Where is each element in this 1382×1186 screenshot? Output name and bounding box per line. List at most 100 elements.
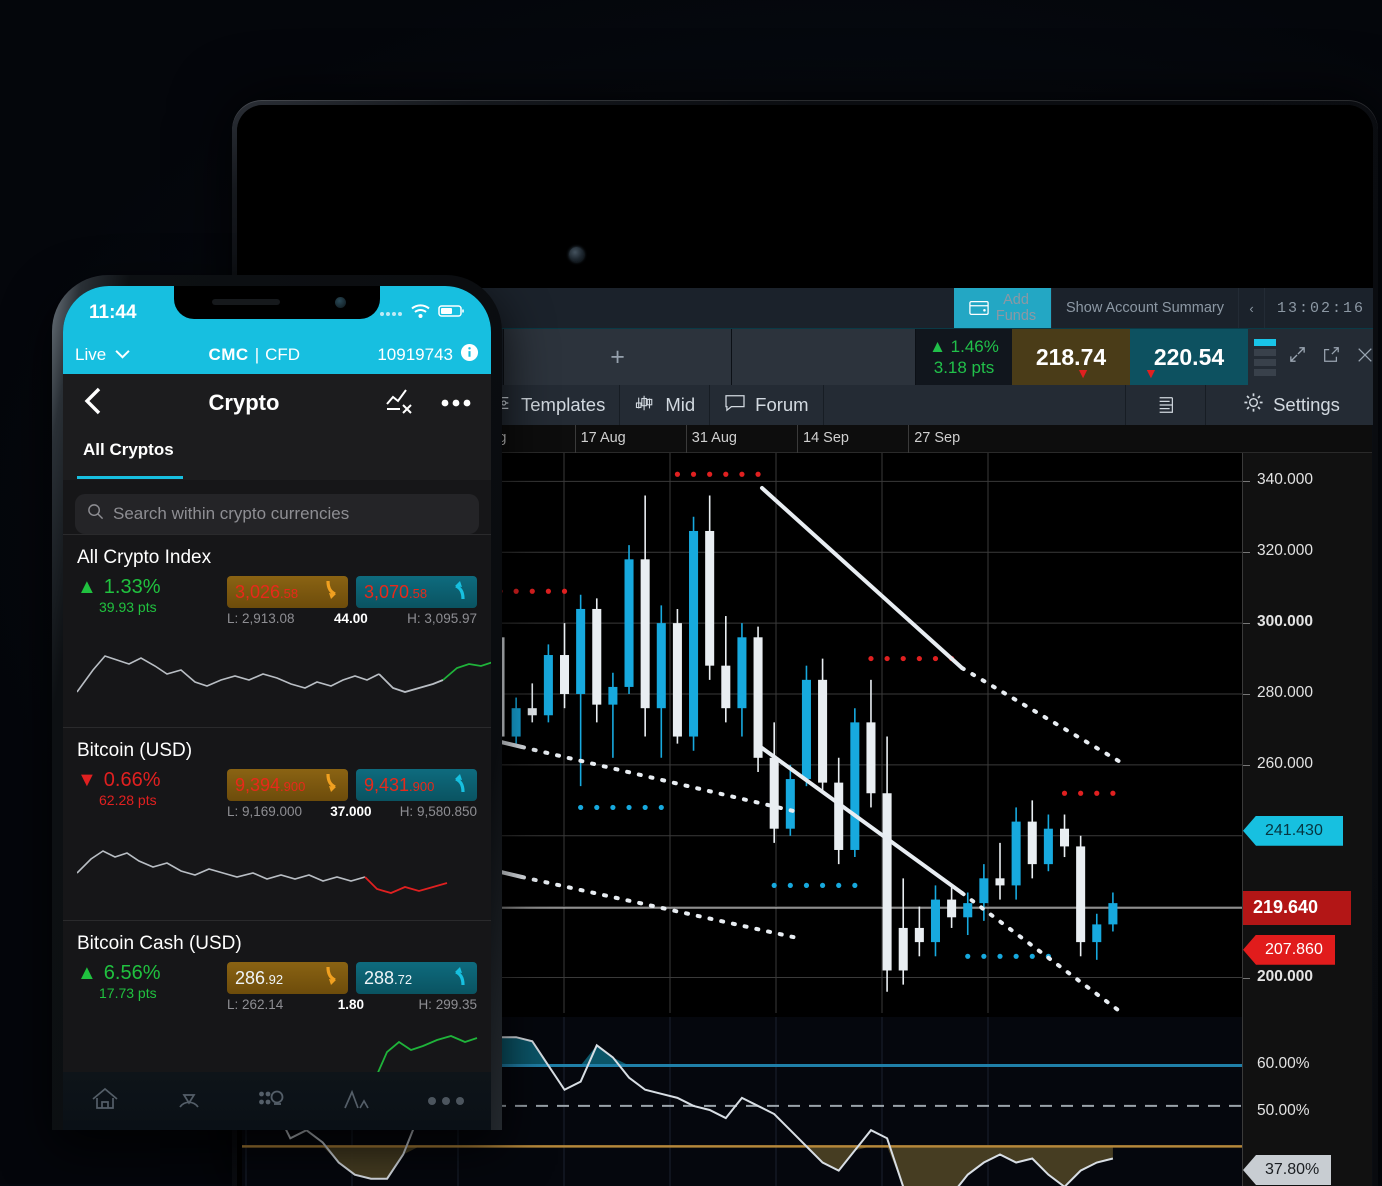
instrument-list[interactable]: Search within crypto currencies All Cryp… xyxy=(63,480,491,1130)
indicator-current-tag[interactable]: 37.80% xyxy=(1243,1154,1331,1185)
close-icon[interactable] xyxy=(1352,346,1373,369)
change-percent: 0.66% xyxy=(103,769,161,791)
change-percent: 6.56% xyxy=(103,962,161,984)
y-axis-label: 260.000 xyxy=(1257,754,1314,772)
change-points: 3.18 pts xyxy=(933,358,995,377)
list-item[interactable]: Bitcoin (USD) ▼ 0.66% 62.28 pts 9,394.900… xyxy=(63,727,491,920)
phone-tab-bar: All Cryptos xyxy=(63,432,491,480)
change-percent: 1.33% xyxy=(103,576,161,598)
more-dots-icon[interactable] xyxy=(441,394,471,412)
buy-price: 288.72 xyxy=(364,967,413,988)
instrument-name: Bitcoin Cash (USD) xyxy=(77,933,242,954)
change-arrow-icon: ▲ xyxy=(77,576,97,598)
expand-icon[interactable] xyxy=(1284,345,1310,369)
popout-icon[interactable] xyxy=(1318,346,1344,369)
sell-price: 3,026.58 xyxy=(235,581,299,602)
price-tag-sell-flag[interactable]: 207.860 xyxy=(1243,934,1335,965)
sell-button[interactable]: 9,394.900 xyxy=(227,769,348,801)
chevron-down-icon[interactable] xyxy=(114,345,131,365)
speaker-icon xyxy=(212,299,280,305)
y-axis-label: 320.000 xyxy=(1257,542,1314,560)
buy-button[interactable]: 288.72 xyxy=(356,962,477,994)
new-tab-button[interactable]: + xyxy=(504,329,732,385)
home-icon[interactable] xyxy=(90,1086,120,1117)
low-price: L: 2,913.08 xyxy=(227,611,295,626)
sparkline xyxy=(76,850,448,894)
settings-button[interactable]: Settings xyxy=(1206,385,1373,425)
change-arrow-icon: ▼ xyxy=(77,769,97,791)
change-points: 17.73 pts xyxy=(99,985,157,1001)
change-percent: ▲ 1.46% xyxy=(929,337,999,356)
forum-button[interactable]: Forum xyxy=(710,385,824,425)
front-camera-icon xyxy=(335,297,346,308)
account-mode[interactable]: Live xyxy=(75,345,106,365)
indicator-level-label: 50.00% xyxy=(1257,1102,1310,1119)
buy-price: 3,070.58 xyxy=(364,581,428,602)
order-list-icon[interactable] xyxy=(1126,385,1206,425)
settings-label: Settings xyxy=(1273,394,1340,415)
search-input[interactable]: Search within crypto currencies xyxy=(75,494,479,534)
x-axis-label: 14 Sep xyxy=(803,430,849,446)
y-axis-label: 300.000 xyxy=(1257,613,1314,631)
spread-value: 44.00 xyxy=(333,611,368,626)
spread-value: 1.80 xyxy=(337,997,365,1012)
chart-close-icon[interactable] xyxy=(385,388,415,419)
x-axis-label: 31 Aug xyxy=(691,430,737,446)
brand-logo: CMC xyxy=(208,345,249,364)
sell-arrow-icon xyxy=(322,965,340,992)
tab-bar-empty xyxy=(732,329,916,385)
dashboard-icon[interactable] xyxy=(175,1086,203,1117)
tab-all-cryptos[interactable]: All Cryptos xyxy=(83,440,174,460)
show-account-summary-button[interactable]: Show Account Summary xyxy=(1052,288,1239,328)
y-axis-tick xyxy=(1243,764,1250,766)
layout-stack-icon[interactable] xyxy=(1254,338,1276,376)
gear-icon xyxy=(1243,392,1264,418)
list-item[interactable]: All Crypto Index ▲ 1.33% 39.93 pts 3,026.… xyxy=(63,534,491,727)
chart-icon[interactable] xyxy=(343,1086,373,1117)
indicator-level-label: 60.00% xyxy=(1257,1054,1310,1072)
mid-price-button[interactable]: Mid xyxy=(620,385,711,425)
instrument-change: ▼ 0.66% 62.28 pts xyxy=(77,769,227,808)
instrument-name: All Crypto Index xyxy=(77,547,212,568)
x-axis-separator xyxy=(797,425,798,453)
tablet-bezel xyxy=(237,105,1373,188)
phone-bottom-nav xyxy=(63,1072,491,1130)
add-funds-button[interactable]: Add Funds xyxy=(954,288,1053,328)
phone-notch xyxy=(174,286,380,319)
collapse-chevron-icon[interactable]: ‹ xyxy=(1239,288,1265,328)
y-axis-label: 200.000 xyxy=(1257,967,1314,985)
search-markets-icon[interactable] xyxy=(258,1086,288,1117)
forum-label: Forum xyxy=(755,394,809,415)
search-icon xyxy=(87,503,104,525)
chart-y-axis[interactable]: 340.000 320.000 300.000 280.000 260.000 200.0… xyxy=(1242,453,1372,1186)
chart-right-gutter xyxy=(1372,425,1373,1186)
buy-button[interactable]: 3,070.58 xyxy=(356,576,477,608)
sell-down-arrow-icon: ▼ xyxy=(1076,365,1090,381)
add-funds-label-1: Add xyxy=(1003,292,1029,308)
buy-button[interactable]: 9,431.900 xyxy=(356,769,477,801)
high-price: H: 9,580.850 xyxy=(399,804,477,819)
signal-dots-icon xyxy=(379,304,403,322)
buy-price-button[interactable]: 220.54 ▼ xyxy=(1130,329,1248,385)
wifi-icon xyxy=(410,303,431,324)
x-axis-label: 17 Aug xyxy=(580,430,626,446)
account-number: 10919743 xyxy=(377,345,453,364)
price-tag-buy-flag[interactable]: 241.430 xyxy=(1243,815,1343,846)
sell-price-value: 218.74 xyxy=(1035,343,1107,370)
candles-icon xyxy=(634,394,656,417)
status-time: 11:44 xyxy=(89,302,137,323)
sell-price-button[interactable]: 218.74 ▼ xyxy=(1012,329,1130,385)
info-icon[interactable] xyxy=(460,343,479,367)
sell-arrow-icon xyxy=(322,772,340,799)
speech-bubble-icon xyxy=(724,394,746,417)
y-axis-label: 280.000 xyxy=(1257,684,1314,701)
add-funds-label-2: Funds xyxy=(995,308,1037,324)
product-label: CFD xyxy=(265,345,301,364)
back-chevron-icon[interactable] xyxy=(83,386,103,421)
buy-down-arrow-icon: ▼ xyxy=(1144,365,1158,381)
price-tag-last-price[interactable]: 219.640 xyxy=(1243,890,1351,925)
sell-button[interactable]: 286.92 xyxy=(227,962,348,994)
sell-button[interactable]: 3,026.58 xyxy=(227,576,348,608)
brand-divider: | xyxy=(254,345,260,364)
more-icon[interactable] xyxy=(427,1097,464,1105)
